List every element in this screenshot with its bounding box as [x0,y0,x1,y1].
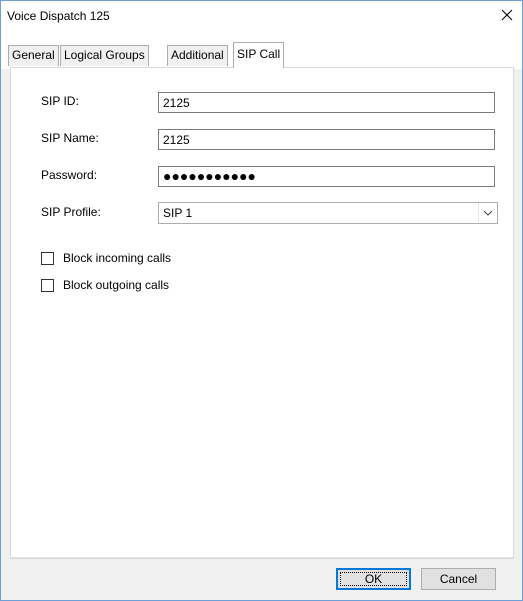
block-incoming-checkbox[interactable] [41,251,54,265]
tab-logical-groups[interactable]: Logical Groups [60,45,149,66]
sip-profile-select[interactable]: SIP 1 [158,202,498,224]
footer-divider [10,557,514,558]
block-outgoing-label: Block outgoing calls [63,278,170,292]
window-title: Voice Dispatch 125 [7,9,110,23]
tab-sip-call[interactable]: SIP Call [233,42,285,68]
tab-general[interactable]: General [8,45,59,66]
cancel-button[interactable]: Cancel [421,568,496,590]
ok-button[interactable]: OK [336,568,411,590]
tab-panel-sip-call: SIP ID: SIP Name: Password: ●●●●●●●●●●● … [10,67,514,559]
sip-profile-label: SIP Profile: [41,205,101,219]
sip-name-input[interactable] [158,129,495,150]
title-bar[interactable]: Voice Dispatch 125 [1,1,522,33]
block-outgoing-checkbox[interactable] [41,278,54,292]
password-input[interactable]: ●●●●●●●●●●● [158,166,495,187]
focus-ring [340,572,407,586]
cancel-button-label: Cancel [439,572,478,586]
close-icon [501,9,513,24]
chevron-down-icon[interactable] [478,203,497,223]
block-incoming-option[interactable]: Block incoming calls [41,251,171,265]
sip-profile-value: SIP 1 [163,206,193,220]
sip-id-label: SIP ID: [41,94,79,108]
tab-strip: General Logical Groups Additional SIP Ca… [1,33,522,69]
sip-name-label: SIP Name: [41,131,99,145]
close-button[interactable] [492,1,522,31]
tab-additional[interactable]: Additional [167,45,228,66]
dialog-window: Voice Dispatch 125 General Logical Group… [0,0,523,601]
password-label: Password: [41,168,98,182]
block-incoming-label: Block incoming calls [63,251,172,265]
block-outgoing-option[interactable]: Block outgoing calls [41,278,169,292]
sip-id-input[interactable] [158,92,495,113]
